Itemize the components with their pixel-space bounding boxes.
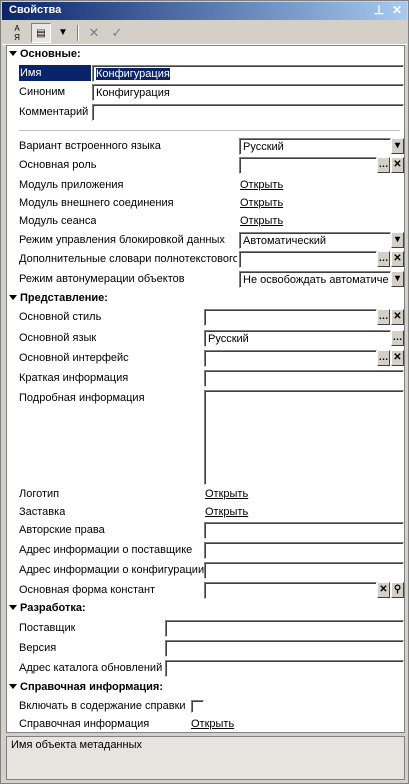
section-dev[interactable]: Разработка: xyxy=(7,602,86,615)
name-field[interactable]: Конфигурация xyxy=(92,65,404,82)
toolbar-separator xyxy=(77,25,79,41)
copyright-label: Авторские права xyxy=(19,524,105,536)
select-icon[interactable]: … xyxy=(377,251,390,267)
fulltext-dict-label: Дополнительные словари полнотекстового xyxy=(19,253,237,265)
help-info-link[interactable]: Открыть xyxy=(191,716,234,732)
pin-icon[interactable]: ⊥ xyxy=(372,3,386,18)
synonym-label: Синоним xyxy=(19,86,66,98)
dropdown-icon[interactable]: ▾ xyxy=(391,232,404,248)
main-lang-label: Основной язык xyxy=(19,332,97,344)
vendor-field[interactable] xyxy=(165,620,404,637)
autonum-label: Режим автонумерации объектов xyxy=(19,273,185,285)
section-main[interactable]: Основные: xyxy=(7,48,81,61)
splash-label: Заставка xyxy=(19,506,66,518)
splash-link[interactable]: Открыть xyxy=(205,504,248,520)
dropdown-icon[interactable]: ▾ xyxy=(391,138,404,154)
section-help-label: Справочная информация: xyxy=(20,681,164,693)
logo-link[interactable]: Открыть xyxy=(205,486,248,502)
config-info-label: Адрес информации о конфигурации xyxy=(19,564,205,576)
clear-icon[interactable]: ✕ xyxy=(377,582,390,598)
main-style-field[interactable] xyxy=(204,309,377,326)
property-grid: Основные: Имя Конфигурация Синоним Конфи… xyxy=(6,45,405,733)
ok-icon[interactable]: ✓ xyxy=(107,23,127,43)
collapse-icon[interactable] xyxy=(9,295,17,301)
section-view-label: Представление: xyxy=(20,292,108,304)
divider xyxy=(19,130,400,131)
section-help[interactable]: Справочная информация: xyxy=(7,681,163,694)
main-style-label: Основной стиль xyxy=(19,311,102,323)
ext-conn-module-label: Модуль внешнего соединения xyxy=(19,197,174,209)
autonum-select[interactable]: Не освобождать автоматиче xyxy=(239,271,391,288)
update-catalog-label: Адрес каталога обновлений xyxy=(19,662,163,674)
copyright-field[interactable] xyxy=(204,522,404,539)
open-search-icon[interactable]: ⚲ xyxy=(391,582,404,598)
const-form-label: Основная форма констант xyxy=(19,584,156,596)
synonym-field[interactable]: Конфигурация xyxy=(92,84,404,101)
brief-info-field[interactable] xyxy=(204,370,404,387)
lock-mode-label: Режим управления блокировкой данных xyxy=(19,234,225,246)
version-field[interactable] xyxy=(165,640,404,657)
main-role-label: Основная роль xyxy=(19,159,97,171)
collapse-icon[interactable] xyxy=(9,605,17,611)
collapse-icon[interactable] xyxy=(9,51,17,57)
clear-icon[interactable]: ✕ xyxy=(391,350,404,366)
clear-icon[interactable]: ✕ xyxy=(391,251,404,267)
update-catalog-field[interactable] xyxy=(165,660,404,677)
session-module-label: Модуль сеанса xyxy=(19,215,97,227)
section-main-label: Основные: xyxy=(20,48,81,60)
select-icon[interactable]: … xyxy=(391,330,404,346)
include-help-label: Включать в содержание справки xyxy=(19,700,186,712)
select-icon[interactable]: … xyxy=(377,350,390,366)
main-iface-label: Основной интерфейс xyxy=(19,352,129,364)
collapse-icon[interactable] xyxy=(9,684,17,690)
title-bar: Свойства ⊥ ✕ xyxy=(2,2,407,20)
filter-icon[interactable]: ▼ xyxy=(53,23,73,43)
logo-label: Логотип xyxy=(19,488,60,500)
description-panel: Имя объекта метаданных xyxy=(6,736,405,780)
select-icon[interactable]: … xyxy=(377,309,390,325)
main-lang-field[interactable]: Русский xyxy=(204,330,391,347)
const-form-field[interactable] xyxy=(204,582,377,599)
toolbar: АЯ ▤ ▼ ✕ ✓ xyxy=(2,21,407,45)
group-categories-icon[interactable]: ▤ xyxy=(31,23,51,43)
dropdown-icon[interactable]: ▾ xyxy=(391,271,404,287)
config-info-field[interactable] xyxy=(204,562,404,579)
cancel-icon[interactable]: ✕ xyxy=(84,23,104,43)
main-iface-field[interactable] xyxy=(204,350,377,367)
app-module-label: Модуль приложения xyxy=(19,179,124,191)
comment-field[interactable] xyxy=(92,104,404,121)
brief-info-label: Краткая информация xyxy=(19,372,129,384)
properties-window: Свойства ⊥ ✕ АЯ ▤ ▼ ✕ ✓ Основные: Имя Ко… xyxy=(0,0,409,784)
ext-conn-module-link[interactable]: Открыть xyxy=(240,195,283,211)
detail-info-label: Подробная информация xyxy=(19,392,145,404)
clear-icon[interactable]: ✕ xyxy=(391,309,404,325)
lock-mode-select[interactable]: Автоматический xyxy=(239,232,391,249)
lang-variant-select[interactable]: Русский xyxy=(239,138,391,155)
version-label: Версия xyxy=(19,642,57,654)
lang-variant-label: Вариант встроенного языка xyxy=(19,140,161,152)
name-label: Имя xyxy=(19,65,91,81)
vendor-label: Поставщик xyxy=(19,622,76,634)
include-help-checkbox[interactable] xyxy=(191,700,204,713)
vendor-info-label: Адрес информации о поставщике xyxy=(19,544,193,556)
fulltext-dict-field[interactable] xyxy=(239,251,377,268)
help-info-label: Справочная информация xyxy=(19,718,150,730)
close-icon[interactable]: ✕ xyxy=(390,3,404,18)
select-icon[interactable]: … xyxy=(377,157,390,173)
detail-info-field[interactable] xyxy=(204,390,404,485)
clear-icon[interactable]: ✕ xyxy=(391,157,404,173)
window-title: Свойства xyxy=(9,4,62,16)
section-dev-label: Разработка: xyxy=(20,602,86,614)
section-view[interactable]: Представление: xyxy=(7,292,108,305)
sort-alphabetical-icon[interactable]: АЯ xyxy=(7,23,27,43)
app-module-link[interactable]: Открыть xyxy=(240,177,283,193)
vendor-info-field[interactable] xyxy=(204,542,404,559)
main-role-field[interactable] xyxy=(239,157,377,174)
description-text: Имя объекта метаданных xyxy=(11,739,142,751)
session-module-link[interactable]: Открыть xyxy=(240,213,283,229)
comment-label: Комментарий xyxy=(19,106,89,118)
